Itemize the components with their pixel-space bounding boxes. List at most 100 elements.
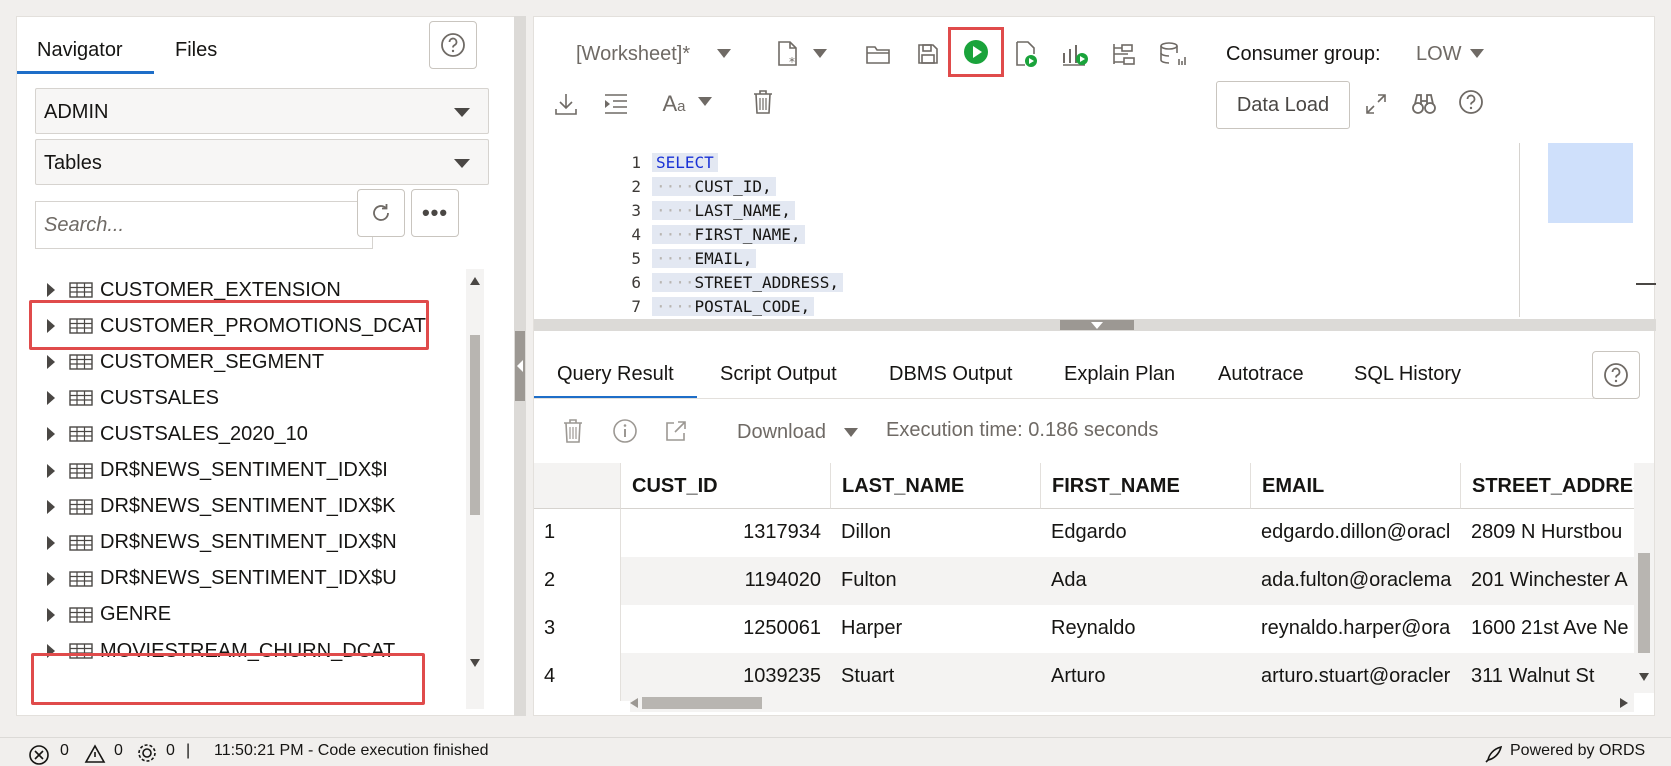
tree-item-table[interactable]: DR$NEWS_SENTIMENT_IDX$U [47, 564, 397, 594]
editor-minimap[interactable] [1548, 143, 1633, 223]
table-cell[interactable]: 1194020 [621, 557, 831, 605]
column-header[interactable]: STREET_ADDRES [1461, 463, 1634, 509]
tree-item-table[interactable]: CUSTOMER_SEGMENT [47, 347, 324, 377]
expand-icon[interactable] [47, 499, 55, 514]
tab-autotrace[interactable]: Autotrace [1218, 363, 1304, 386]
splitter-grip[interactable] [515, 331, 525, 401]
chevron-down-icon[interactable] [717, 49, 731, 59]
tree-item-table[interactable]: CUSTSALES_2020_10 [47, 419, 308, 449]
tab-dbms-output[interactable]: DBMS Output [889, 363, 1012, 386]
info-button[interactable] [611, 417, 639, 445]
run-statement-button[interactable] [948, 27, 1004, 77]
column-header[interactable]: FIRST_NAME [1041, 463, 1251, 509]
scroll-left-icon[interactable] [630, 698, 638, 708]
table-cell[interactable]: Fulton [831, 557, 1041, 605]
chevron-down-icon[interactable] [844, 428, 858, 438]
error-icon[interactable] [28, 744, 50, 766]
table-cell[interactable]: Harper [831, 605, 1041, 653]
gear-icon[interactable] [136, 742, 158, 764]
tree-item-table[interactable]: DR$NEWS_SENTIMENT_IDX$K [47, 492, 396, 522]
chevron-down-icon[interactable] [813, 49, 827, 59]
new-worksheet-button[interactable]: * [774, 39, 802, 69]
tab-explain-plan[interactable]: Explain Plan [1064, 363, 1175, 386]
consumer-group-select[interactable]: LOW [1416, 43, 1462, 66]
expand-icon[interactable] [47, 427, 55, 442]
download-results-button[interactable]: Download [737, 421, 826, 444]
sql-editor[interactable]: 1 2 3 4 5 6 7 SELECT ····CUST_ID, ····LA… [534, 143, 1519, 317]
table-row[interactable]: 1 1317934 Dillon Edgardo edgardo.dillon@orac… [534, 509, 1634, 557]
worksheet-name[interactable]: [Worksheet]* [576, 43, 690, 66]
tab-script-output[interactable]: Script Output [720, 363, 837, 386]
editor-results-splitter[interactable] [534, 319, 1656, 331]
splitter-grip[interactable] [1060, 320, 1134, 330]
worksheet-help-button[interactable] [1456, 87, 1486, 117]
warning-icon[interactable] [84, 744, 106, 764]
column-header[interactable]: EMAIL [1251, 463, 1461, 509]
table-cell[interactable]: Reynaldo [1041, 605, 1251, 653]
scroll-right-icon[interactable] [1620, 698, 1628, 708]
autotrace-button[interactable] [1110, 39, 1138, 69]
object-type-select[interactable]: Tables [35, 139, 489, 185]
panel-splitter[interactable] [514, 16, 526, 716]
expand-button[interactable] [1362, 89, 1390, 119]
tab-navigator[interactable]: Navigator [37, 39, 123, 62]
table-cell[interactable]: edgardo.dillon@oracl [1251, 509, 1461, 557]
scroll-up-icon[interactable] [470, 277, 480, 285]
tab-query-result[interactable]: Query Result [557, 363, 674, 386]
chevron-down-icon[interactable] [1470, 49, 1484, 59]
clear-results-button[interactable] [561, 417, 585, 445]
table-row[interactable]: 2 1194020 Fulton Ada ada.fulton@oraclema 201 … [534, 557, 1634, 605]
table-row[interactable]: 3 1250061 Harper Reynaldo reynaldo.harper@or… [534, 605, 1634, 653]
open-button[interactable] [864, 39, 892, 69]
tree-item-table[interactable]: DR$NEWS_SENTIMENT_IDX$I [47, 456, 388, 486]
grid-vertical-scrollbar[interactable] [1634, 463, 1654, 693]
search-input[interactable]: Search... [35, 201, 373, 249]
database-button[interactable] [1158, 39, 1188, 69]
table-cell[interactable]: 2809 N Hurstbou [1461, 509, 1634, 557]
table-cell[interactable]: 1317934 [621, 509, 831, 557]
tree-scrollbar[interactable] [466, 269, 484, 709]
expand-icon[interactable] [47, 283, 55, 297]
data-load-button[interactable]: Data Load [1216, 81, 1350, 129]
grid-horizontal-scrollbar[interactable] [630, 694, 1634, 712]
save-button[interactable] [914, 39, 942, 69]
explain-plan-button[interactable] [1060, 39, 1090, 69]
expand-icon[interactable] [47, 607, 55, 622]
clear-button[interactable] [750, 87, 776, 117]
table-cell[interactable]: ada.fulton@oraclema [1251, 557, 1461, 605]
column-header[interactable]: CUST_ID [621, 463, 831, 509]
scrollbar-thumb[interactable] [470, 335, 480, 515]
table-cell[interactable]: 1600 21st Ave Ne [1461, 605, 1634, 653]
more-actions-button[interactable]: ••• [411, 189, 459, 237]
chevron-down-icon[interactable] [698, 97, 712, 107]
navigator-help-button[interactable] [429, 21, 477, 69]
tab-files[interactable]: Files [175, 39, 217, 62]
schema-select[interactable]: ADMIN [35, 88, 489, 134]
tree-item-table[interactable]: GENRE [47, 600, 171, 630]
format-button[interactable] [602, 89, 630, 119]
scroll-down-icon[interactable] [1639, 673, 1649, 681]
tree-item-table[interactable]: CUSTSALES [47, 383, 219, 413]
download-button[interactable] [552, 89, 580, 119]
scrollbar-thumb[interactable] [642, 697, 762, 709]
table-cell[interactable]: Edgardo [1041, 509, 1251, 557]
results-help-button[interactable] [1592, 351, 1640, 399]
scroll-down-icon[interactable] [470, 659, 480, 667]
table-cell[interactable]: 1250061 [621, 605, 831, 653]
expand-icon[interactable] [47, 571, 55, 586]
table-cell[interactable]: Ada [1041, 557, 1251, 605]
open-in-new-button[interactable] [662, 417, 690, 445]
expand-icon[interactable] [47, 463, 55, 478]
collapse-left-icon[interactable] [516, 360, 524, 372]
font-case-button[interactable]: Aa [659, 89, 689, 119]
table-cell[interactable]: reynaldo.harper@ora [1251, 605, 1461, 653]
collapse-down-icon[interactable] [1091, 322, 1103, 329]
expand-icon[interactable] [47, 391, 55, 406]
scrollbar-thumb[interactable] [1638, 553, 1650, 653]
table-cell[interactable]: 201 Winchester A [1461, 557, 1634, 605]
refresh-button[interactable] [357, 189, 405, 237]
find-button[interactable] [1410, 89, 1438, 119]
column-header[interactable]: LAST_NAME [831, 463, 1041, 509]
table-cell[interactable]: Dillon [831, 509, 1041, 557]
tab-sql-history[interactable]: SQL History [1354, 363, 1461, 386]
